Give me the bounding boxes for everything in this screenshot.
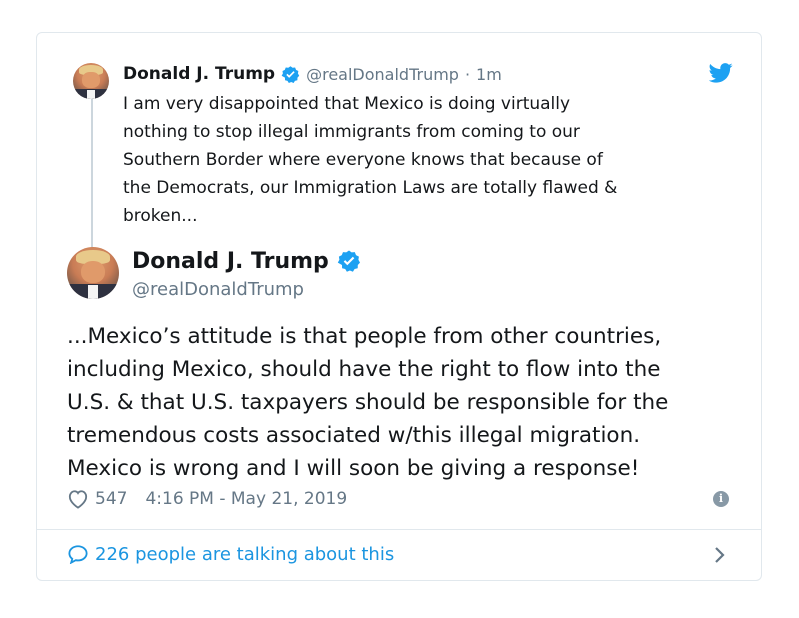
tweet-meta-row: 547 4:16 PM - May 21, 2019 bbox=[67, 485, 347, 513]
embedded-tweet-card: Donald J. Trump @realDonaldTrump · 1m I … bbox=[36, 32, 762, 581]
heart-icon[interactable] bbox=[67, 489, 89, 509]
quoted-author-avatar[interactable] bbox=[73, 63, 109, 99]
quoted-tweet-header: Donald J. Trump @realDonaldTrump · 1m bbox=[123, 61, 502, 87]
quoted-tweet-time[interactable]: 1m bbox=[476, 65, 502, 84]
speech-bubble-icon bbox=[67, 544, 89, 564]
talking-about-link[interactable]: 226 people are talking about this bbox=[67, 539, 394, 569]
main-author-handle[interactable]: @realDonaldTrump bbox=[132, 279, 361, 300]
talking-about-label[interactable]: 226 people are talking about this bbox=[95, 544, 394, 565]
verified-badge-icon bbox=[337, 249, 361, 273]
main-author-avatar[interactable] bbox=[67, 247, 119, 299]
like-count[interactable]: 547 bbox=[95, 489, 127, 509]
twitter-bird-icon[interactable] bbox=[708, 63, 733, 85]
divider bbox=[37, 529, 761, 530]
main-tweet-text: ...Mexico’s attitude is that people from… bbox=[67, 324, 669, 481]
tweet-timestamp[interactable]: 4:16 PM - May 21, 2019 bbox=[145, 489, 347, 509]
chevron-right-icon[interactable] bbox=[713, 545, 727, 565]
main-tweet-header: Donald J. Trump @realDonaldTrump bbox=[132, 245, 361, 300]
verified-badge-icon bbox=[281, 65, 300, 84]
main-author-name[interactable]: Donald J. Trump bbox=[132, 249, 329, 274]
quoted-author-handle[interactable]: @realDonaldTrump bbox=[306, 65, 459, 84]
info-icon[interactable]: i bbox=[713, 491, 729, 507]
separator-dot: · bbox=[464, 64, 471, 84]
quoted-author-name[interactable]: Donald J. Trump bbox=[123, 64, 275, 84]
quoted-tweet-text: I am very disappointed that Mexico is do… bbox=[123, 94, 618, 226]
